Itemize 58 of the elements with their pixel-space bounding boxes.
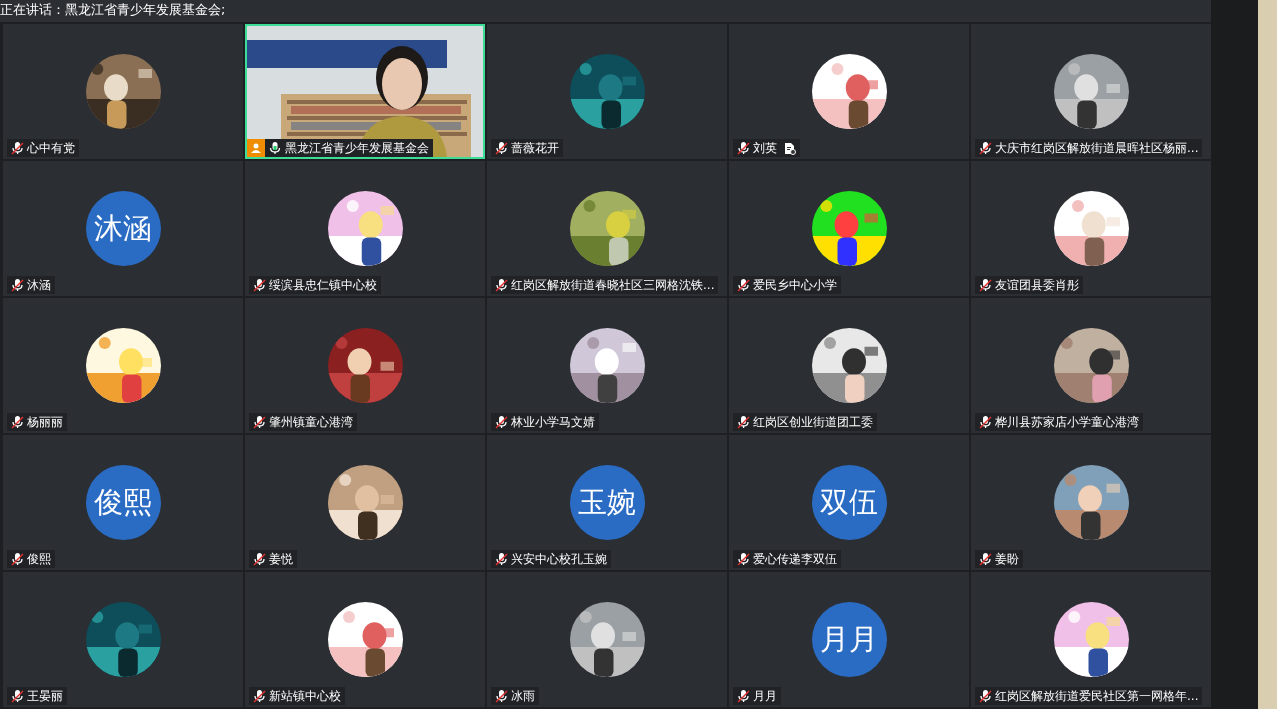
mic-icon xyxy=(268,141,282,155)
muted-mic-icon xyxy=(736,552,750,566)
participant-name: 俊熙 xyxy=(27,550,51,568)
muted-mic-icon xyxy=(736,415,750,429)
muted-mic-icon xyxy=(978,415,992,429)
participant-name: 姜悦 xyxy=(269,550,293,568)
participant-name: 心中有党 xyxy=(27,139,75,157)
participant-name: 桦川县苏家店小学童心港湾 xyxy=(995,413,1139,431)
video-badge-icon xyxy=(247,139,265,157)
muted-mic-icon xyxy=(494,689,508,703)
muted-mic-icon xyxy=(978,141,992,155)
muted-mic-icon xyxy=(736,141,750,155)
participant-name: 大庆市红岗区解放街道晨晖社区杨丽... xyxy=(995,139,1199,157)
participant-name: 杨丽丽 xyxy=(27,413,63,431)
participant-name: 新站镇中心校 xyxy=(269,687,341,705)
muted-mic-icon xyxy=(10,415,24,429)
muted-mic-icon xyxy=(736,278,750,292)
participant-name: 肇州镇童心港湾 xyxy=(269,413,353,431)
participant-name: 兴安中心校孔玉婉 xyxy=(511,550,607,568)
muted-mic-icon xyxy=(10,552,24,566)
avatar-initials: 玉婉 xyxy=(569,465,645,540)
muted-mic-icon xyxy=(736,689,750,703)
participant-name: 沐涵 xyxy=(27,276,51,294)
participant-name: 绥滨县忠仁镇中心校 xyxy=(269,276,377,294)
muted-mic-icon xyxy=(978,552,992,566)
participant-name: 红岗区解放街道爱民社区第一网格年... xyxy=(995,687,1199,705)
muted-mic-icon xyxy=(10,141,24,155)
muted-mic-icon xyxy=(10,278,24,292)
participant-name: 友谊团县委肖彤 xyxy=(995,276,1079,294)
participant-name: 刘英 xyxy=(753,139,777,157)
muted-mic-icon xyxy=(978,278,992,292)
muted-mic-icon xyxy=(252,689,266,703)
speaker-status: 正在讲话：黑龙江省青少年发展基金会; xyxy=(0,2,226,17)
avatar-initials: 沐涵 xyxy=(85,191,161,266)
participant-name: 冰雨 xyxy=(511,687,535,705)
muted-mic-icon xyxy=(494,552,508,566)
muted-mic-icon xyxy=(978,689,992,703)
muted-mic-icon xyxy=(494,415,508,429)
muted-mic-icon xyxy=(494,141,508,155)
muted-mic-icon xyxy=(252,552,266,566)
participant-name: 红岗区解放街道春晓社区三网格沈铁... xyxy=(511,276,715,294)
participant-name: 爱心传递李双伍 xyxy=(753,550,837,568)
participant-name: 王晏丽 xyxy=(27,687,63,705)
avatar-initials: 俊熙 xyxy=(85,465,161,540)
document-icon xyxy=(783,141,796,155)
participant-name: 蔷薇花开 xyxy=(511,139,559,157)
avatar-initials: 双伍 xyxy=(811,465,887,540)
participant-name: 红岗区创业街道团工委 xyxy=(753,413,873,431)
participant-name: 姜盼 xyxy=(995,550,1019,568)
muted-mic-icon xyxy=(494,278,508,292)
muted-mic-icon xyxy=(10,689,24,703)
muted-mic-icon xyxy=(252,415,266,429)
participant-name: 林业小学马文婧 xyxy=(511,413,595,431)
participant-name: 爱民乡中心小学 xyxy=(753,276,837,294)
muted-mic-icon xyxy=(252,278,266,292)
avatar-initials: 月月 xyxy=(811,602,887,677)
participant-name: 月月 xyxy=(753,687,777,705)
participant-name: 黑龙江省青少年发展基金会 xyxy=(285,139,429,157)
